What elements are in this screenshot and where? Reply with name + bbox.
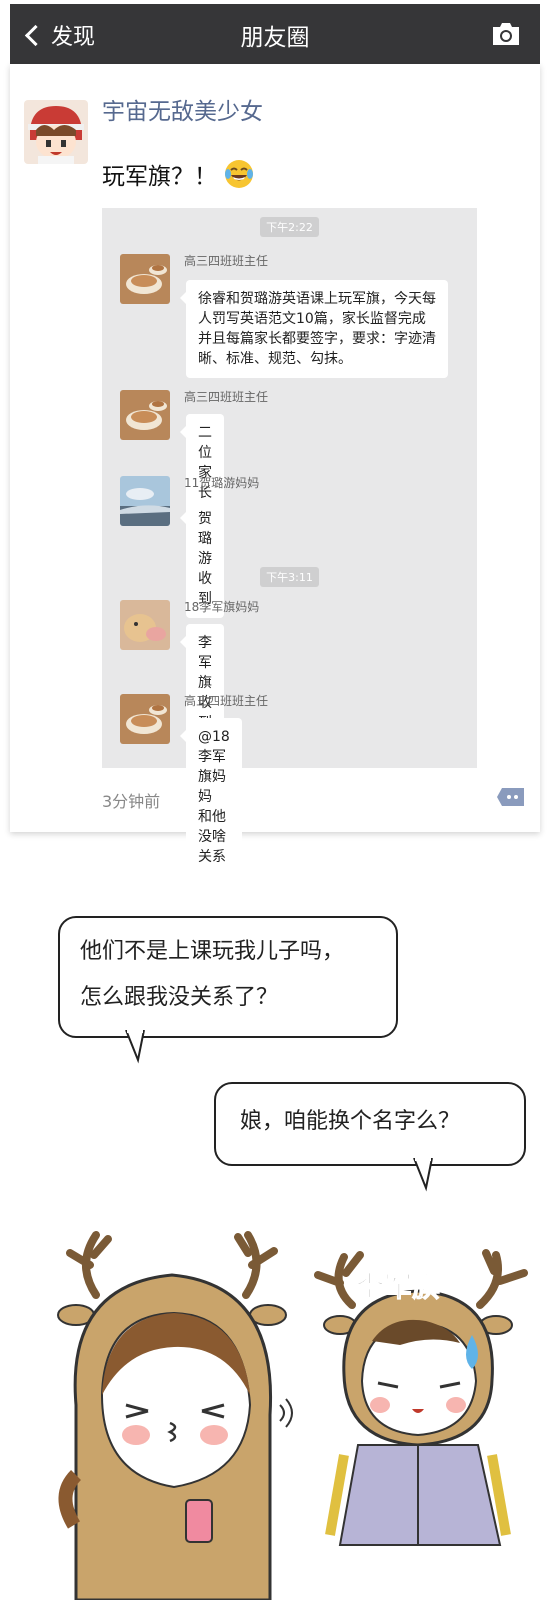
top-bar: 发现 朋友圈 (10, 4, 540, 64)
speech-line: 怎么跟我没关系了？ (80, 985, 279, 1010)
post-text-content: 玩军旗？！ (102, 164, 217, 190)
post-time: 3分钟前 (102, 792, 161, 811)
character-name-label: 李军旗 (355, 1270, 441, 1304)
avatar[interactable] (24, 100, 88, 164)
speech-tail (413, 1158, 433, 1192)
speech-tail (125, 1030, 145, 1064)
speech-bubble-son: 娘，咱能换个名字么？ (214, 1082, 526, 1166)
parent-avatar (120, 476, 170, 526)
comic-panel: 他们不是上课玩我儿子吗， 怎么跟我没关系了？ 娘，咱能换个名字么？ 李军旗 (0, 880, 560, 1600)
teacher-avatar (120, 254, 170, 304)
comment-icon[interactable] (496, 786, 526, 808)
chat-timestamp: 下午3:11 (102, 566, 477, 587)
mom-deer-character (57, 1231, 293, 1600)
parent-avatar (120, 600, 170, 650)
message-bubble: 徐睿和贺璐游英语课上玩军旗，今天每人罚写英语范文10篇，家长监督完成并且每篇家长… (180, 280, 448, 378)
sender-name: 11贺璐游妈妈 (184, 476, 260, 490)
sender-name: 18李军旗妈妈 (184, 600, 260, 614)
sender-name: 高三四班班主任 (184, 390, 269, 404)
message-bubble: @18李军旗妈妈 和他没啥关系 (180, 718, 242, 876)
chat-timestamp: 下午2:22 (102, 216, 477, 237)
laugh-cry-emoji-icon (225, 160, 253, 188)
speech-bubble-mom: 他们不是上课玩我儿子吗， 怎么跟我没关系了？ (58, 916, 398, 1038)
chat-screenshot: 下午2:22 高三四班班主任 徐睿和贺璐游英语课上玩军旗，今天每人罚写英语范文1… (102, 208, 477, 876)
sender-name: 高三四班班主任 (184, 254, 269, 268)
teacher-avatar (120, 390, 170, 440)
speech-line: 娘，咱能换个名字么？ (240, 1109, 461, 1134)
sender-name: 高三四班班主任 (184, 694, 269, 708)
speech-line: 他们不是上课玩我儿子吗， (80, 939, 345, 964)
poster-name[interactable]: 宇宙无敌美少女 (102, 92, 263, 126)
teacher-avatar (120, 694, 170, 744)
camera-icon[interactable] (490, 22, 522, 46)
page-title: 朋友圈 (240, 25, 310, 51)
post-text: 玩军旗？！ (102, 157, 255, 191)
moment-post: 宇宙无敌美少女 玩军旗？！ 下午2:22 高三四班班主任 徐睿和贺璐游英语课上玩… (10, 64, 540, 876)
